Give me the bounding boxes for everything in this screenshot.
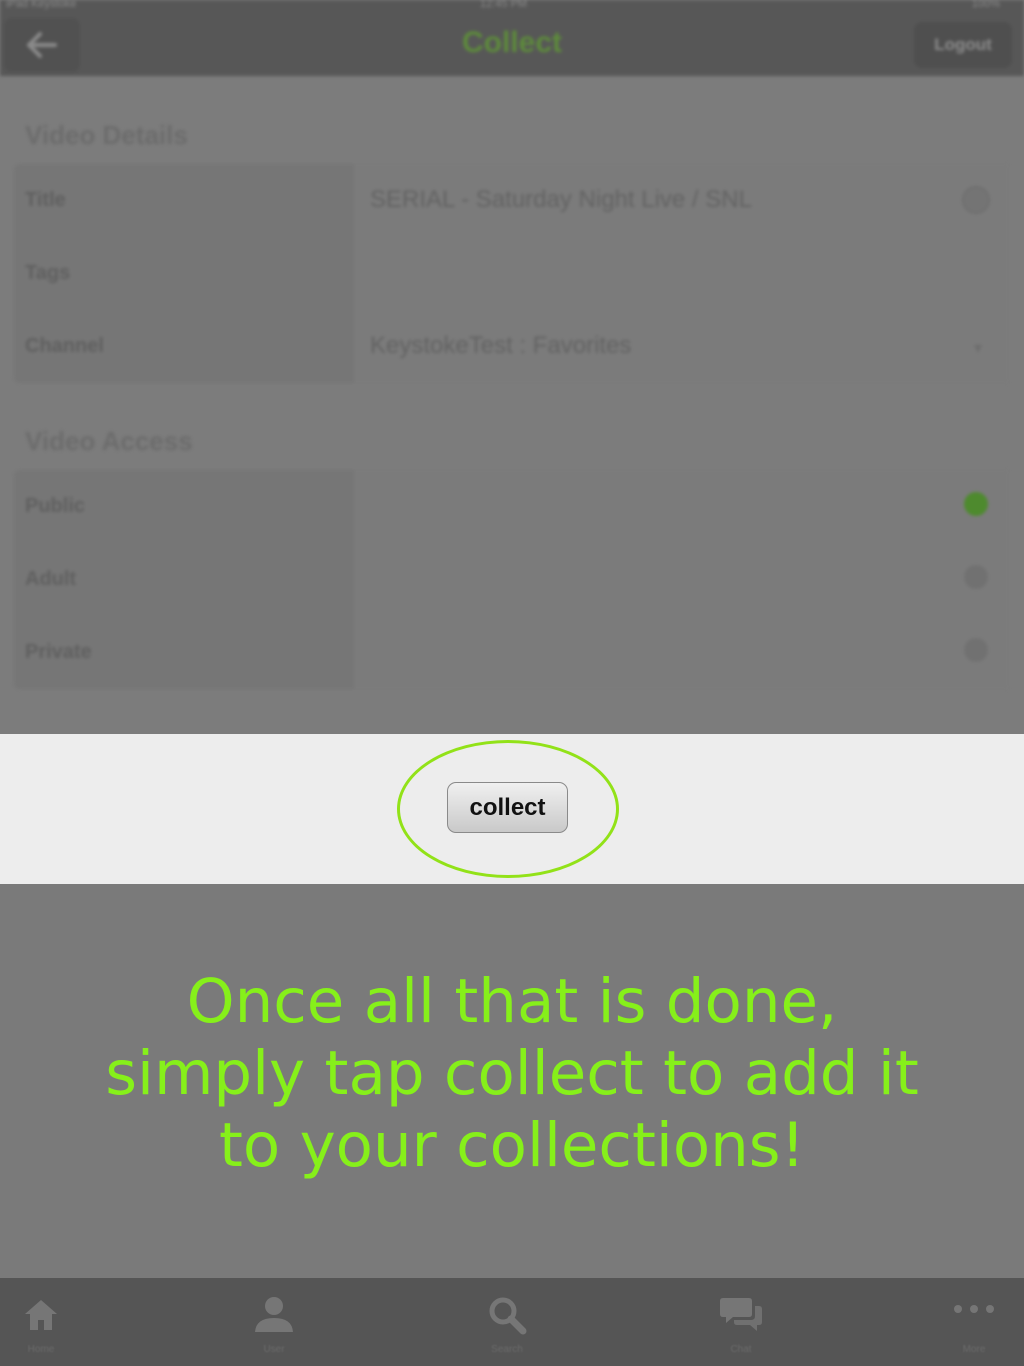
clear-icon[interactable] — [962, 186, 990, 214]
blurred-layer: iPad Keystoke 12:45 PM 100% Collect Logo… — [0, 0, 1024, 734]
tab-user-label: User — [263, 1344, 285, 1355]
tab-search-label: Search — [491, 1344, 523, 1355]
page-title: Collect — [461, 26, 563, 59]
caption-line-3: to your collections! — [218, 1110, 806, 1181]
status-battery: 100% — [971, 0, 1000, 10]
tab-home-label: Home — [27, 1344, 55, 1355]
video-access-heading: Video Access — [25, 426, 193, 456]
nav-bar: Collect Logout — [0, 14, 1024, 76]
tab-more[interactable]: More — [914, 1278, 1024, 1366]
tab-home[interactable]: Home — [0, 1278, 101, 1366]
logout-button[interactable]: Logout — [914, 22, 1012, 68]
access-option-public[interactable]: Public — [14, 470, 1008, 543]
tutorial-caption: Once all that is done, simply tap collec… — [62, 966, 962, 1182]
home-icon — [25, 1300, 57, 1330]
tab-chat-label: Chat — [730, 1344, 752, 1355]
video-details-heading: Video Details — [25, 120, 188, 150]
app-screen: iPad Keystoke 12:45 PM 100% Collect Logo… — [0, 0, 1024, 734]
access-option-adult[interactable]: Adult — [14, 543, 1008, 616]
video-access-group: Public Adult Private — [14, 470, 1008, 689]
tab-chat[interactable]: Chat — [681, 1278, 801, 1366]
public-label: Public — [25, 495, 86, 517]
adult-cell[interactable] — [354, 543, 1008, 616]
channel-select[interactable]: KeystokeTest : Favorites ▾ — [354, 310, 1008, 383]
chat-icon — [720, 1298, 762, 1331]
radio-icon[interactable] — [964, 638, 988, 662]
title-value: SERIAL - Saturday Night Live / SNL — [370, 186, 752, 213]
caption-line-2: simply tap collect to add it — [105, 1038, 919, 1109]
more-icon — [954, 1305, 994, 1313]
adult-label: Adult — [25, 568, 77, 590]
chevron-down-icon: ▾ — [973, 340, 982, 357]
tab-more-label: More — [962, 1344, 986, 1355]
access-option-private[interactable]: Private — [14, 616, 1008, 689]
channel-label: Channel — [25, 335, 104, 357]
private-cell[interactable] — [354, 616, 1008, 689]
tab-bar: Home User Search Chat More — [0, 1278, 1024, 1366]
title-row[interactable]: Title SERIAL - Saturday Night Live / SNL — [14, 164, 1008, 237]
title-field[interactable]: SERIAL - Saturday Night Live / SNL — [354, 164, 1008, 237]
radio-selected-icon[interactable] — [964, 492, 988, 516]
title-label: Title — [25, 189, 66, 211]
caption-line-1: Once all that is done, — [186, 966, 838, 1037]
status-bar: iPad Keystoke 12:45 PM 100% — [0, 0, 1024, 14]
channel-row[interactable]: Channel KeystokeTest : Favorites ▾ — [14, 310, 1008, 383]
radio-icon[interactable] — [964, 565, 988, 589]
tags-field[interactable] — [354, 237, 1008, 310]
collect-button[interactable]: collect — [447, 782, 568, 833]
video-details-group: Title SERIAL - Saturday Night Live / SNL… — [14, 164, 1008, 383]
status-carrier: iPad Keystoke — [6, 0, 77, 10]
tags-row[interactable]: Tags — [14, 237, 1008, 310]
status-time: 12:45 PM — [480, 0, 528, 10]
channel-value: KeystokeTest : Favorites — [370, 332, 632, 359]
user-icon — [255, 1297, 293, 1332]
tab-user[interactable]: User — [214, 1278, 334, 1366]
private-label: Private — [25, 641, 92, 663]
tab-search[interactable]: Search — [447, 1278, 567, 1366]
search-icon — [489, 1297, 527, 1335]
tags-label: Tags — [25, 262, 71, 284]
public-cell[interactable] — [354, 470, 1008, 543]
